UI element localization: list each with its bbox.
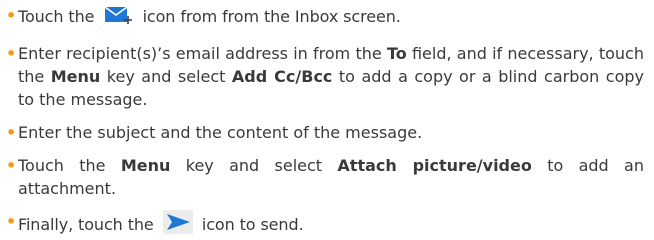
- send-arrow-icon: [162, 210, 193, 240]
- add-cc-bcc-label: Add Cc/Bcc: [231, 67, 333, 86]
- bullet: •: [6, 6, 17, 25]
- bullet: •: [6, 156, 17, 175]
- menu-key-label: Menu: [50, 67, 101, 86]
- step-attach: • Touch the Menu key and select Attach p…: [6, 154, 644, 200]
- step-text: Finally, touch the: [18, 215, 154, 234]
- field-name-to: To: [386, 44, 407, 63]
- step-send: • Finally, touch the icon to send.: [6, 210, 644, 240]
- step-subject: • Enter the subject and the content of t…: [6, 121, 644, 144]
- step-text: Enter the subject and the content of the…: [18, 123, 423, 142]
- step-text: key and select: [100, 67, 232, 86]
- bullet: •: [6, 123, 17, 142]
- instruction-list: • Touch the icon from from the Inbox scr…: [0, 4, 654, 240]
- step-text: Touch the: [18, 156, 121, 175]
- step-text: icon from from the Inbox screen.: [142, 7, 401, 26]
- step-text: key and select: [170, 156, 338, 175]
- step-compose: • Touch the icon from from the Inbox scr…: [6, 4, 644, 32]
- attach-picture-video-label: Attach picture/video: [337, 156, 532, 175]
- step-text: icon to send.: [201, 215, 304, 234]
- step-recipients: • Enter recipient(s)’s email address in …: [6, 42, 644, 111]
- menu-key-label: Menu: [120, 156, 171, 175]
- step-text: Enter recipient(s)’s email address in fr…: [18, 44, 387, 63]
- step-text: Touch the: [18, 7, 95, 26]
- bullet: •: [6, 212, 17, 231]
- bullet: •: [6, 44, 17, 63]
- compose-mail-icon: [103, 4, 133, 32]
